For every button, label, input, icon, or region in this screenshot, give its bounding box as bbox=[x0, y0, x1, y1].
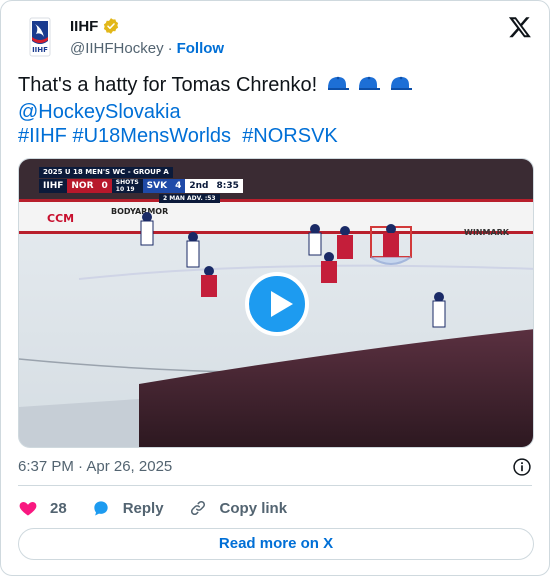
scoreboard-team2-score: 4 bbox=[171, 179, 186, 193]
heart-icon bbox=[19, 502, 37, 516]
hashtag-u18mensworlds[interactable]: #U18MensWorlds bbox=[72, 125, 231, 147]
author-name-row: IIHF bbox=[70, 17, 120, 35]
cap-icon bbox=[325, 74, 349, 100]
link-icon bbox=[190, 500, 205, 516]
scoreboard-shots1: 10 bbox=[115, 186, 125, 193]
copy-link-button[interactable]: Copy link bbox=[188, 498, 288, 518]
divider bbox=[18, 485, 532, 486]
verified-badge-icon bbox=[102, 17, 120, 35]
author-name[interactable]: IIHF bbox=[70, 18, 98, 35]
scoreboard-row: IIHF NOR 0 SHOTS 10 19 SVK 4 2nd 8:35 bbox=[39, 179, 243, 193]
action-bar: 28 Reply Copy link bbox=[18, 495, 311, 521]
mention-link[interactable]: @HockeySlovakia bbox=[18, 101, 181, 123]
tweet-text-line-2: @HockeySlovakia bbox=[18, 100, 534, 124]
scoreboard-shots2: 19 bbox=[126, 186, 135, 193]
cap-icon bbox=[388, 74, 412, 100]
cap-icon bbox=[356, 74, 381, 100]
reply-bubble-icon bbox=[94, 501, 108, 516]
scoreboard-shots: SHOTS 10 19 bbox=[111, 179, 143, 193]
scoreboard-shots-label: SHOTS bbox=[115, 179, 139, 186]
board-sponsor-ccm: CCM bbox=[47, 212, 74, 225]
author-handle-row: @IIHFHockey · Follow bbox=[70, 40, 224, 57]
reply-label: Reply bbox=[122, 499, 164, 517]
hashtag-norsvk[interactable]: #NORSVK bbox=[242, 125, 338, 147]
copy-link-label: Copy link bbox=[219, 499, 288, 517]
scoreboard-header: 2025 U 18 MEN'S WC - GROUP A bbox=[39, 167, 173, 178]
reply-button[interactable]: Reply bbox=[91, 498, 164, 518]
read-more-button[interactable]: Read more on X bbox=[18, 528, 534, 560]
scoreboard-team1-score: 0 bbox=[97, 179, 112, 193]
scoreboard-team1: NOR bbox=[67, 179, 98, 193]
avatar-logo-text: IIHF bbox=[32, 46, 48, 54]
scoreboard-situation-time: :53 bbox=[204, 195, 216, 202]
scoreboard-league: IIHF bbox=[39, 179, 68, 193]
tweet-sentence: That's a hatty for Tomas Chrenko! bbox=[18, 74, 318, 96]
tweet-text: That's a hatty for Tomas Chrenko! @Hocke… bbox=[18, 73, 534, 148]
tweet-text-line-1: That's a hatty for Tomas Chrenko! bbox=[18, 73, 534, 100]
avatar[interactable]: IIHF bbox=[18, 15, 62, 59]
hashtag-iihf[interactable]: #IIHF bbox=[18, 125, 67, 147]
scoreboard-team2: SVK bbox=[142, 179, 172, 193]
follow-button[interactable]: Follow bbox=[177, 40, 225, 57]
scoreboard-period: 2nd bbox=[185, 179, 213, 193]
x-logo-icon[interactable] bbox=[508, 15, 532, 39]
tweet-card: IIHF IIHF @IIHFHockey · Follow That's a bbox=[0, 0, 550, 576]
scoreboard-situation: 2 MAN ADV. :53 bbox=[159, 194, 220, 203]
scoreboard-situation-label: 2 MAN ADV. bbox=[163, 195, 203, 202]
play-button[interactable] bbox=[245, 272, 309, 336]
author-handle[interactable]: @IIHFHockey bbox=[70, 40, 164, 57]
video-thumbnail[interactable]: CCM BODYARMOR WINMARK 2025 U 18 MEN'S WC… bbox=[18, 158, 534, 448]
board-sponsor-bodyarmor: BODYARMOR bbox=[111, 207, 168, 216]
tweet-timestamp[interactable]: 6:37 PM · Apr 26, 2025 bbox=[18, 458, 172, 475]
board-sponsor-winmark: WINMARK bbox=[464, 228, 510, 237]
tweet-header: IIHF IIHF @IIHFHockey · Follow bbox=[18, 13, 532, 63]
like-button[interactable]: 28 bbox=[18, 498, 67, 518]
like-count: 28 bbox=[50, 499, 67, 517]
separator-dot: · bbox=[167, 40, 173, 57]
scoreboard-clock: 8:35 bbox=[212, 179, 243, 193]
tweet-text-line-3: #IIHF #U18MensWorlds #NORSVK bbox=[18, 124, 534, 148]
info-icon[interactable] bbox=[512, 457, 532, 477]
